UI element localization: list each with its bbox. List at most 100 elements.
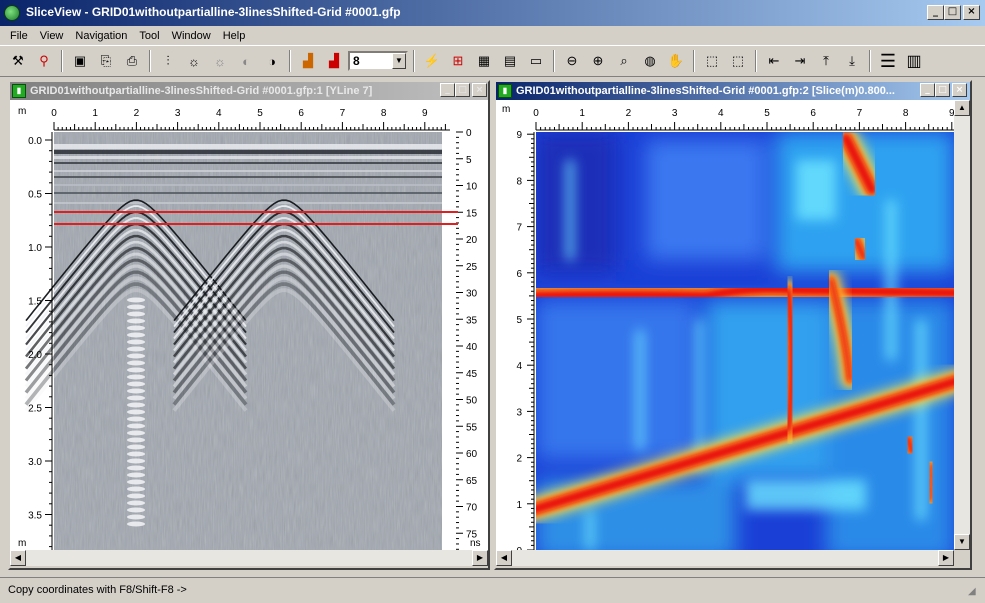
print-icon[interactable]: ⎙ bbox=[120, 49, 144, 73]
gain-adjust-icon[interactable]: ⫶ bbox=[156, 49, 180, 73]
zoom-in-icon[interactable]: ⊕ bbox=[586, 49, 610, 73]
filter-icon[interactable]: ⊞ bbox=[446, 49, 470, 73]
slice-y-tick-label: 5 bbox=[516, 315, 522, 326]
menu-window[interactable]: Window bbox=[166, 30, 217, 42]
antenna-icon[interactable]: ⚲ bbox=[32, 49, 56, 73]
depth-tick-label: 1.5 bbox=[28, 297, 42, 308]
scroll-down-icon[interactable]: ▼ bbox=[954, 534, 970, 550]
slice-hscroll[interactable]: ◀ ▶ bbox=[496, 550, 954, 566]
slice-up-icon[interactable]: ⤒ bbox=[814, 49, 838, 73]
slice-minimize-button[interactable]: _ bbox=[920, 83, 935, 97]
surface-band bbox=[54, 162, 442, 164]
lightning-icon[interactable]: ⚡ bbox=[420, 49, 444, 73]
tools-icon[interactable]: ⚒ bbox=[6, 49, 30, 73]
brightness-up-icon[interactable]: ☼ bbox=[182, 49, 206, 73]
contrast-down-icon[interactable]: ◐ bbox=[234, 49, 258, 73]
profile-maximize-button[interactable]: □ bbox=[455, 83, 470, 97]
export-icon[interactable]: ⎘ bbox=[94, 49, 118, 73]
profile-minimize-button[interactable]: _ bbox=[440, 83, 455, 97]
maximize-button[interactable]: □ bbox=[944, 5, 961, 20]
window-title: SliceView - GRID01withoutpartialline-3li… bbox=[26, 5, 401, 19]
zoom-out-icon[interactable]: ⊖ bbox=[560, 49, 584, 73]
surface-band bbox=[54, 184, 442, 186]
profile-window-titlebar[interactable]: ▮ GRID01withoutpartialline-3linesShifted… bbox=[10, 82, 488, 100]
zoom-fit-icon[interactable]: ◍ bbox=[638, 49, 662, 73]
time-unit-label: ns bbox=[470, 538, 481, 549]
app-globe-icon[interactable] bbox=[4, 5, 20, 21]
window-icon[interactable]: ▮ bbox=[12, 84, 26, 98]
depth-tick-label: 0.0 bbox=[28, 136, 42, 147]
tile-horizontal-icon[interactable]: ☰ bbox=[876, 49, 900, 73]
slice-x-tick-label: 5 bbox=[764, 108, 770, 119]
slice-maximize-button[interactable]: □ bbox=[935, 83, 950, 97]
contrast-up-icon[interactable]: ◑ bbox=[260, 49, 284, 73]
resize-grip-icon[interactable]: ◢ bbox=[968, 586, 976, 597]
slice-x-tick-label: 0 bbox=[533, 108, 539, 119]
depth-tick-label: 3.5 bbox=[28, 511, 42, 522]
menu-view[interactable]: View bbox=[34, 30, 70, 42]
scroll-left-icon[interactable]: ◀ bbox=[496, 550, 512, 566]
grid-icon[interactable]: ▦ bbox=[472, 49, 496, 73]
x-tick-label: 4 bbox=[216, 108, 222, 119]
ringing-mark bbox=[127, 353, 145, 359]
depth-slice-view[interactable]: 0123456789 0123456789 m bbox=[496, 100, 954, 550]
menu-tool[interactable]: Tool bbox=[133, 30, 165, 42]
chevron-down-icon[interactable]: ▼ bbox=[392, 53, 406, 69]
depth-tick-label: 0.5 bbox=[28, 190, 42, 201]
slice-window-titlebar[interactable]: ▮ GRID01withoutpartialline-3linesShifted… bbox=[496, 82, 970, 100]
profile-window[interactable]: ▮ GRID01withoutpartialline-3linesShifted… bbox=[8, 80, 490, 570]
color-scale-alt-icon[interactable]: ▟ bbox=[322, 49, 346, 73]
profile-close-button[interactable]: × bbox=[472, 83, 487, 97]
zoom-box-icon[interactable]: ⌕ bbox=[612, 49, 636, 73]
x-tick-label: 3 bbox=[175, 108, 181, 119]
cube-slice-icon[interactable]: ⬚ bbox=[726, 49, 750, 73]
ringing-mark bbox=[127, 402, 145, 408]
color-scale-icon[interactable]: ▟ bbox=[296, 49, 320, 73]
first-slice-icon[interactable]: ⇤ bbox=[762, 49, 786, 73]
time-tick-label: 70 bbox=[466, 503, 478, 514]
top-unit-label: m bbox=[18, 106, 26, 117]
save-icon[interactable]: ▣ bbox=[68, 49, 92, 73]
table-icon[interactable]: ▤ bbox=[498, 49, 522, 73]
tile-vertical-icon[interactable]: ▥ bbox=[902, 49, 926, 73]
slice-vscroll[interactable]: ▲ ▼ bbox=[954, 100, 970, 550]
minimize-button[interactable]: _ bbox=[927, 5, 944, 20]
window-icon[interactable]: ▮ bbox=[498, 84, 512, 98]
level-select[interactable]: 8 ▼ bbox=[348, 51, 408, 71]
depth-tick-label: 2.5 bbox=[28, 404, 42, 415]
time-tick-label: 15 bbox=[466, 208, 478, 219]
radargram-view[interactable]: 0123456789 0.00.51.01.52.02.53.03.5 0510… bbox=[10, 100, 488, 550]
menu-file[interactable]: File bbox=[4, 30, 34, 42]
fid-icon[interactable]: ▭ bbox=[524, 49, 548, 73]
menu-navigation[interactable]: Navigation bbox=[69, 30, 133, 42]
toolbar-separator bbox=[149, 50, 151, 72]
ringing-mark bbox=[127, 437, 145, 443]
title-bar[interactable]: SliceView - GRID01withoutpartialline-3li… bbox=[0, 0, 985, 26]
surface-band bbox=[54, 202, 442, 204]
slice-unit-label: m bbox=[502, 104, 510, 115]
scroll-up-icon[interactable]: ▲ bbox=[954, 100, 970, 116]
slice-x-tick-label: 6 bbox=[810, 108, 816, 119]
slice-window[interactable]: ▮ GRID01withoutpartialline-3linesShifted… bbox=[494, 80, 972, 570]
pipe-core bbox=[928, 463, 934, 502]
slice-y-tick-label: 8 bbox=[516, 176, 522, 187]
surface-band bbox=[54, 156, 442, 159]
close-button[interactable]: × bbox=[963, 5, 980, 20]
scroll-right-icon[interactable]: ▶ bbox=[938, 550, 954, 566]
ringing-mark bbox=[127, 409, 145, 415]
cube-view-icon[interactable]: ⬚ bbox=[700, 49, 724, 73]
scroll-left-icon[interactable]: ◀ bbox=[10, 550, 26, 566]
slice-close-button[interactable]: × bbox=[952, 83, 967, 97]
menu-help[interactable]: Help bbox=[217, 30, 252, 42]
profile-hscroll[interactable]: ◀ ▶ bbox=[10, 550, 488, 566]
x-tick-label: 9 bbox=[422, 108, 428, 119]
last-slice-icon[interactable]: ⇥ bbox=[788, 49, 812, 73]
slice-down-icon[interactable]: ⤓ bbox=[840, 49, 864, 73]
radargram-noise bbox=[54, 132, 442, 550]
time-tick-label: 40 bbox=[466, 342, 478, 353]
scroll-right-icon[interactable]: ▶ bbox=[472, 550, 488, 566]
brightness-down-icon[interactable]: ☼ bbox=[208, 49, 232, 73]
toolbar-separator bbox=[693, 50, 695, 72]
pan-hand-icon[interactable]: ✋ bbox=[664, 49, 688, 73]
level-value: 8 bbox=[353, 54, 360, 68]
